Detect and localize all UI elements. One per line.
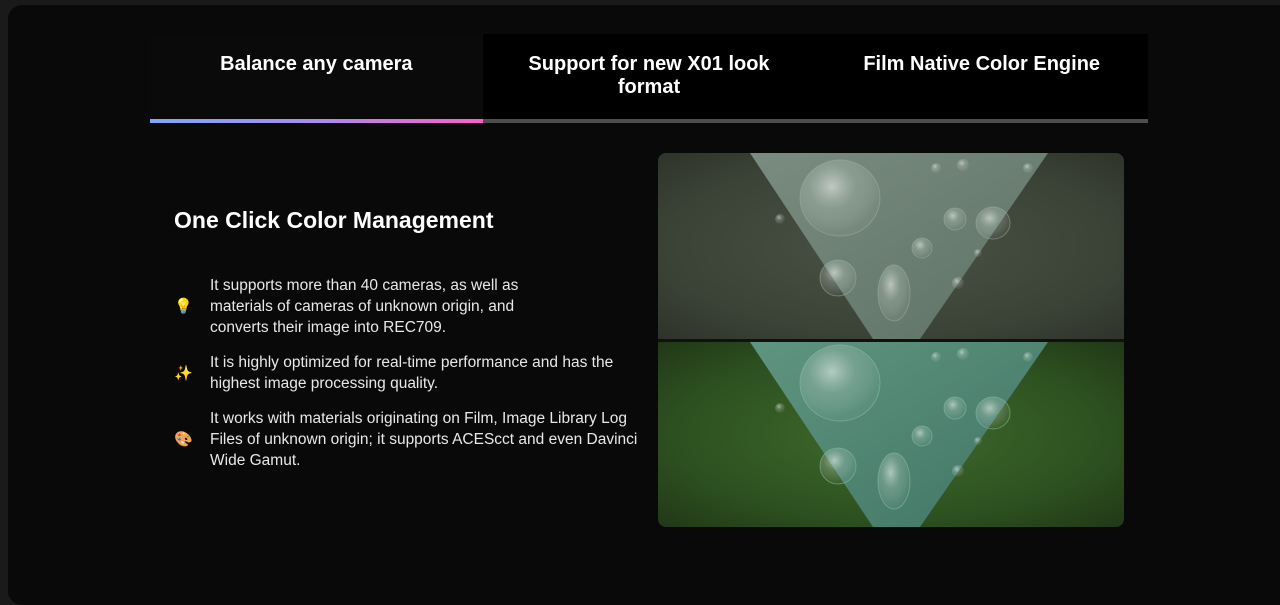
feature-tabs: Balance any camera Support for new X01 l…	[150, 34, 1149, 123]
list-item: 💡 It supports more than 40 cameras, as w…	[174, 275, 644, 338]
tab-label: Film Native Color Engine	[863, 53, 1101, 75]
list-item: ✨ It is highly optimized for real-time p…	[174, 352, 644, 394]
tab-indicator	[815, 119, 1149, 123]
tab-content: One Click Color Management 💡 It supports…	[174, 205, 644, 469]
tab-x01-look-format[interactable]: Support for new X01 look format	[482, 34, 816, 123]
feature-text: It works with materials originating on F…	[210, 410, 638, 469]
feature-text: It supports more than 40 cameras, as wel…	[210, 277, 519, 336]
before-image	[658, 153, 1124, 339]
lightbulb-icon: 💡	[174, 298, 193, 315]
tab-label: Support for new X01 look format	[528, 53, 770, 98]
feature-text: It is highly optimized for real-time per…	[210, 354, 614, 392]
tab-balance-any-camera[interactable]: Balance any camera	[150, 34, 483, 123]
palette-icon: 🎨	[174, 431, 193, 448]
section-heading: One Click Color Management	[174, 207, 494, 233]
after-image	[658, 342, 1124, 527]
feature-list: 💡 It supports more than 40 cameras, as w…	[174, 275, 644, 485]
tab-indicator	[482, 119, 816, 123]
comparison-image	[658, 153, 1124, 527]
tab-label: Balance any camera	[220, 53, 413, 75]
sparkles-icon: ✨	[174, 364, 193, 382]
tab-active-indicator	[150, 119, 483, 123]
list-item: 🎨 It works with materials originating on…	[174, 408, 644, 471]
tab-film-native-color-engine[interactable]: Film Native Color Engine	[815, 34, 1149, 123]
